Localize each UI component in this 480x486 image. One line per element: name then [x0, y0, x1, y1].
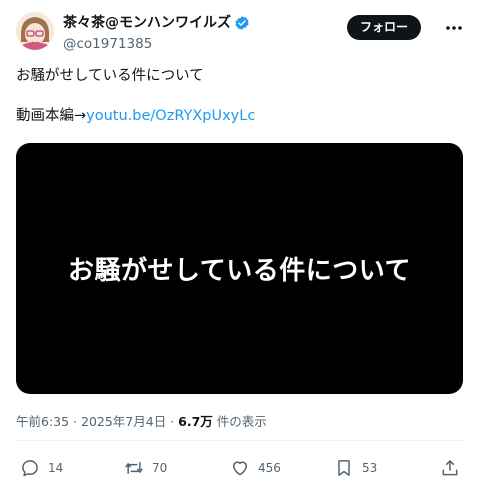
follow-button[interactable]: フォロー — [346, 15, 421, 40]
repost-icon — [125, 462, 143, 474]
avatar-image — [16, 12, 54, 50]
action-bar: 14 70 456 53 — [16, 456, 464, 480]
like-count: 456 — [258, 461, 281, 475]
more-options-icon[interactable] — [444, 18, 464, 38]
heart-icon — [233, 461, 247, 476]
tweet-line-2-prefix: 動画本編→ — [16, 108, 87, 124]
bookmark-count: 53 — [362, 461, 378, 475]
reply-icon — [22, 460, 38, 477]
views-suffix: 件の表示 — [212, 414, 267, 429]
bookmark-button[interactable]: 53 — [334, 456, 377, 480]
repost-button[interactable]: 70 — [124, 456, 167, 480]
media-title-text: お騒がせしている件について — [68, 256, 411, 286]
meta-separator-1: · — [69, 414, 81, 429]
reply-button[interactable]: 14 — [20, 456, 63, 480]
bookmark-icon — [338, 460, 350, 476]
media-image[interactable]: お騒がせしている件について — [16, 143, 463, 394]
tweet-header: 茶々茶@モンハンワイルズ @co1971385 フォロー — [16, 12, 464, 56]
post-time[interactable]: 午前6:35 — [16, 414, 69, 429]
share-icon — [442, 460, 458, 476]
repost-count: 70 — [152, 461, 168, 475]
avatar[interactable] — [16, 12, 54, 50]
author-names: 茶々茶@モンハンワイルズ @co1971385 — [63, 14, 250, 54]
tweet-line-1: お騒がせしている件について — [16, 68, 204, 84]
author-display-name-row[interactable]: 茶々茶@モンハンワイルズ — [63, 14, 250, 32]
video-link[interactable]: youtu.be/OzRYXpUxyLc — [86, 108, 255, 124]
reply-count: 14 — [48, 461, 64, 475]
tweet-metadata: 午前6:35 · 2025年7月4日 · 6.7万 件の表示 — [16, 411, 267, 430]
views-count: 6.7万 — [178, 414, 213, 429]
author-handle[interactable]: @co1971385 — [63, 34, 250, 54]
divider — [16, 440, 464, 441]
meta-separator-2: · — [166, 414, 179, 429]
tweet-line-2: 動画本編→youtu.be/OzRYXpUxyLc — [16, 106, 464, 126]
tweet-text: お騒がせしている件について 動画本編→youtu.be/OzRYXpUxyLc — [16, 66, 464, 126]
share-button[interactable] — [440, 456, 460, 480]
like-button[interactable]: 456 — [230, 456, 281, 480]
author-display-name[interactable]: 茶々茶@モンハンワイルズ — [63, 14, 231, 32]
verified-badge-icon — [235, 16, 249, 30]
post-date[interactable]: 2025年7月4日 — [81, 414, 166, 429]
